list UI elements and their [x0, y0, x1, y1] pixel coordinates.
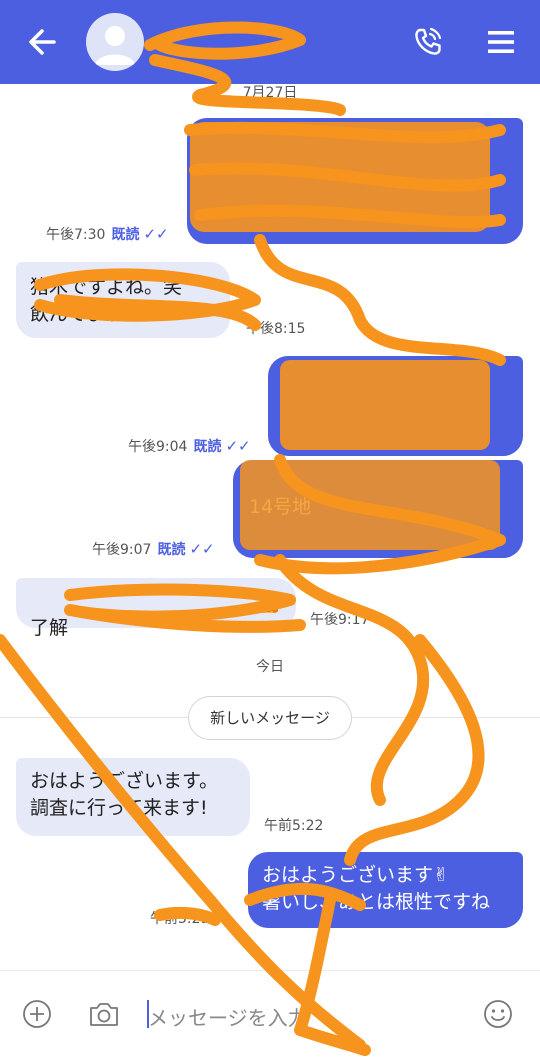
message-bubble-outgoing[interactable]: おはようございます✌ 暑いし、あとは根性ですね — [248, 852, 523, 928]
message-bubble-outgoing[interactable] — [268, 356, 523, 456]
message-bubble-incoming[interactable]: おはようございます。 調査に行って来ます! — [16, 758, 250, 836]
phone-call-icon[interactable] — [410, 24, 446, 60]
message-bubble-incoming[interactable]: 了解 🙇 — [16, 578, 296, 639]
double-check-icon: ✓✓ — [225, 437, 251, 455]
message-time: 午後9:04 — [128, 439, 188, 455]
message-bubble-outgoing[interactable]: 14号地 — [233, 460, 523, 558]
plus-circle-icon[interactable] — [22, 999, 52, 1033]
message-meta: 午前5:29 ✓ — [150, 908, 226, 928]
message-time: 午後8:15 — [246, 321, 306, 337]
message-time: 午後9:17 — [310, 612, 370, 628]
check-icon: ✓ — [213, 909, 227, 927]
message-time: 午後9:07 — [92, 542, 152, 558]
message-meta: 午後7:30 既読 ✓✓ — [46, 224, 169, 244]
date-separator: 今日 — [256, 659, 284, 675]
message-time: 午前5:22 — [264, 818, 324, 834]
hamburger-menu-icon[interactable] — [486, 28, 516, 56]
read-receipt: 既読 — [157, 542, 186, 558]
camera-icon[interactable] — [88, 1000, 120, 1032]
message-text: 了解 — [30, 617, 69, 639]
message-meta: 午後9:07 既読 ✓✓ — [92, 539, 215, 559]
emoji-person-icon: 🙇 — [257, 593, 280, 614]
new-messages-label: 新しいメッセージ — [188, 696, 352, 740]
avatar[interactable] — [86, 13, 144, 71]
double-check-icon: ✓✓ — [143, 225, 169, 243]
arrow-left-icon[interactable] — [24, 24, 60, 60]
message-time: 午後7:30 — [46, 227, 106, 243]
message-meta: 午後9:04 既読 ✓✓ — [128, 436, 251, 456]
date-separator: 7月27日 — [242, 85, 298, 101]
message-bubble-incoming[interactable]: 猪木ですよね。笑 飲んでます。 — [16, 262, 230, 338]
smiley-icon[interactable] — [483, 999, 513, 1033]
message-input[interactable]: メッセージを入力 — [148, 1002, 308, 1031]
message-time: 午前5:29 — [150, 911, 210, 927]
read-receipt: 既読 — [193, 439, 222, 455]
message-bubble-outgoing[interactable] — [187, 118, 523, 244]
chat-header — [0, 0, 540, 84]
double-check-icon: ✓✓ — [189, 540, 215, 558]
read-receipt: 既読 — [111, 227, 140, 243]
